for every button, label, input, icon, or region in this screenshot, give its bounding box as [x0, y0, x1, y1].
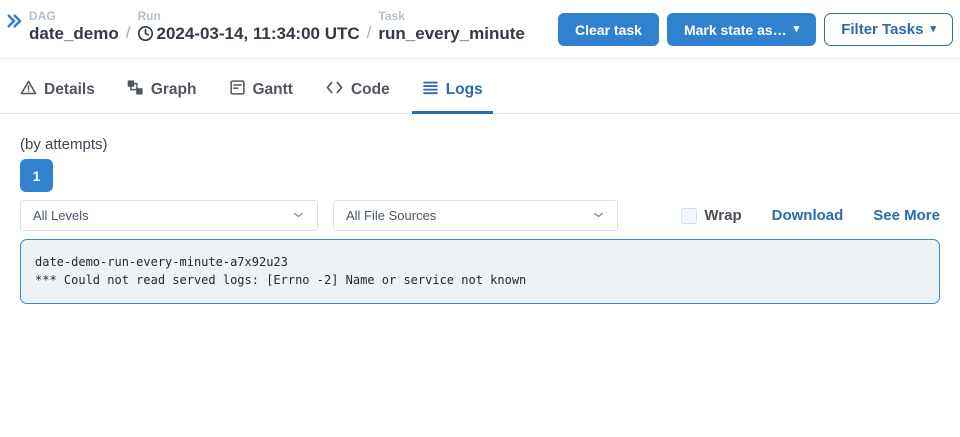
see-more-link[interactable]: See More	[873, 207, 940, 224]
by-attempts-caption: (by attempts)	[20, 136, 940, 153]
header: DAG date_demo / Run 2024-03-14, 11:34:00…	[0, 0, 960, 58]
breadcrumb-task[interactable]: Task run_every_minute	[378, 9, 524, 44]
wrap-label: Wrap	[704, 207, 741, 224]
tab-logs[interactable]: Logs	[412, 59, 493, 114]
breadcrumb-run[interactable]: Run 2024-03-14, 11:34:00 UTC	[137, 9, 359, 44]
tab-gantt[interactable]: Gantt	[219, 59, 303, 114]
log-line: *** Could not read served logs: [Errno -…	[35, 271, 925, 289]
header-actions: Clear task Mark state as… ▾ Filter Tasks…	[558, 13, 953, 46]
run-value: 2024-03-14, 11:34:00 UTC	[156, 23, 359, 44]
tab-details[interactable]: Details	[10, 59, 105, 114]
run-label: Run	[137, 9, 359, 23]
log-line: date-demo-run-every-minute-a7x92u23	[35, 253, 925, 271]
log-lines-icon	[422, 79, 439, 101]
dag-value[interactable]: date_demo	[29, 23, 119, 44]
dag-label: DAG	[29, 9, 119, 23]
log-level-select[interactable]: All Levels	[20, 200, 318, 231]
breadcrumb-dag[interactable]: DAG date_demo	[29, 9, 119, 44]
chevron-down-icon	[592, 209, 605, 222]
filter-tasks-button[interactable]: Filter Tasks ▾	[824, 13, 953, 46]
breadcrumb-separator: /	[360, 22, 379, 44]
mark-state-as-button[interactable]: Mark state as… ▾	[667, 13, 816, 46]
file-source-select[interactable]: All File Sources	[333, 200, 618, 231]
caret-down-icon: ▾	[930, 24, 936, 35]
warning-triangle-icon	[20, 79, 37, 101]
task-value[interactable]: run_every_minute	[378, 23, 524, 44]
breadcrumb-separator: /	[119, 22, 138, 44]
log-filter-row: All Levels All File Sources Wrap Downloa…	[20, 200, 940, 231]
breadcrumb: DAG date_demo / Run 2024-03-14, 11:34:00…	[29, 9, 525, 44]
chevron-down-icon	[292, 209, 305, 222]
log-actions: Wrap Download See More	[681, 207, 940, 224]
wrap-checkbox[interactable]	[681, 208, 697, 224]
clear-task-button[interactable]: Clear task	[558, 13, 659, 46]
code-brackets-icon	[325, 79, 344, 101]
clock-icon	[137, 25, 154, 42]
tab-bar: Details Graph Gantt	[0, 59, 960, 114]
gantt-chart-icon	[229, 79, 246, 101]
tab-code[interactable]: Code	[315, 59, 400, 114]
attempt-1-button[interactable]: 1	[20, 159, 53, 192]
wrap-toggle[interactable]: Wrap	[681, 207, 741, 224]
download-link[interactable]: Download	[772, 207, 844, 224]
task-label: Task	[378, 9, 524, 23]
graph-nodes-icon	[127, 79, 144, 101]
tab-graph[interactable]: Graph	[117, 59, 207, 114]
run-value-row[interactable]: 2024-03-14, 11:34:00 UTC	[137, 23, 359, 44]
caret-down-icon: ▾	[794, 24, 800, 35]
log-output-box[interactable]: date-demo-run-every-minute-a7x92u23 *** …	[20, 239, 940, 304]
double-chevron-right-icon[interactable]	[5, 12, 23, 30]
